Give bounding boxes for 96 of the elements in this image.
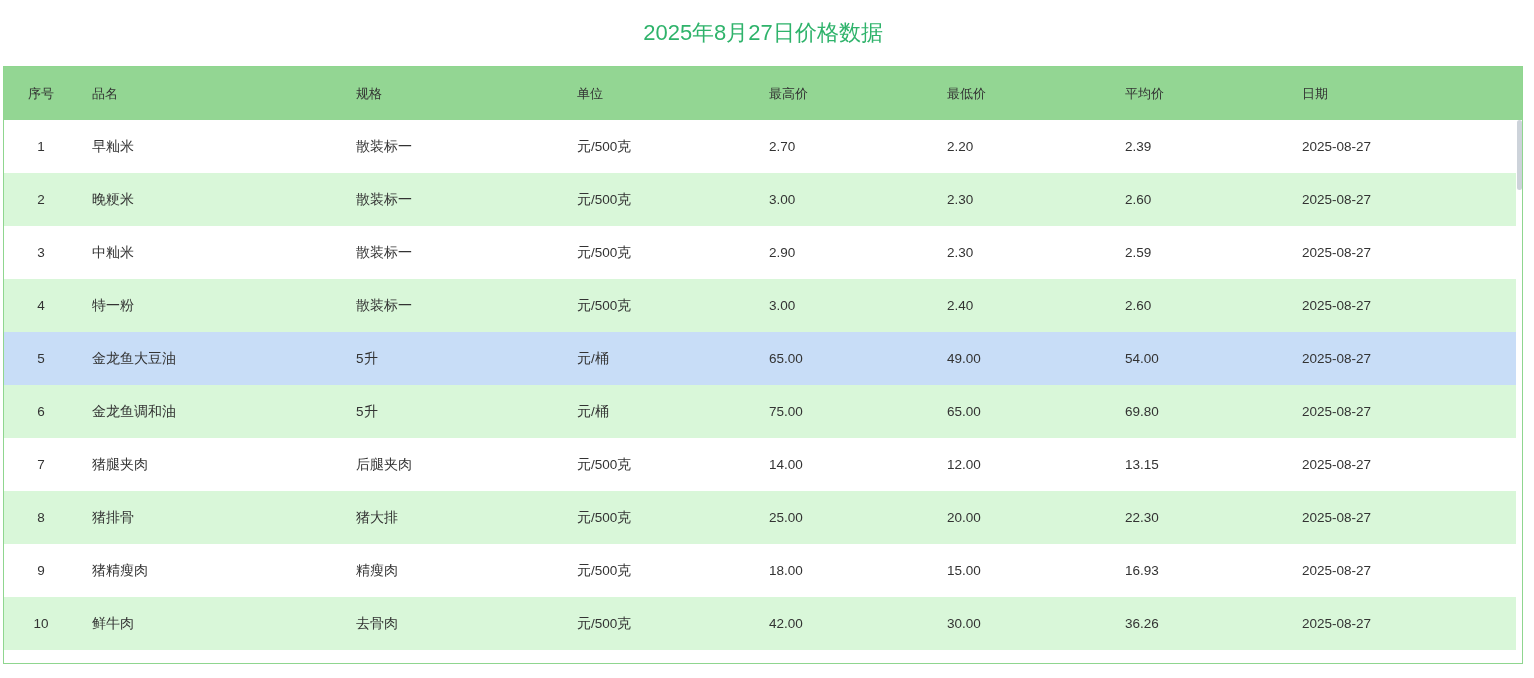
table-row[interactable]: 6 金龙鱼调和油 5升 元/桶 75.00 65.00 69.80 2025-08-27	[4, 385, 1516, 438]
table-cell-text: 2.90	[768, 245, 797, 260]
table-cell-text: 元/500克	[576, 508, 633, 527]
table-cell-text: 65.00	[946, 404, 982, 419]
table-cell-text: 元/500克	[576, 561, 633, 580]
table-cell-text: 2025-08-27	[1301, 457, 1373, 472]
table-cell-text: 2.60	[1124, 192, 1153, 207]
table-cell-text: 2.70	[768, 139, 797, 154]
table-cell-text: 散装标一	[355, 190, 413, 209]
table-cell-text: 5	[36, 351, 46, 366]
table-cell-text: 18.00	[768, 563, 804, 578]
table-cell-text: 元/500克	[576, 296, 633, 315]
table-cell-text: 特一粉	[91, 296, 135, 315]
table-cell-text: 30.00	[946, 616, 982, 631]
table-cell-text: 20.00	[946, 510, 982, 525]
table-cell-text: 10	[32, 616, 50, 631]
table-cell-text: 16.93	[1124, 563, 1160, 578]
table-cell-text: 2.39	[1124, 139, 1153, 154]
table-cell-text: 元/桶	[576, 349, 610, 368]
table-cell-text: 后腿夹肉	[355, 455, 413, 474]
table-cell-text: 3.00	[768, 192, 797, 207]
table-cell-text: 1	[36, 139, 46, 154]
table-cell-text: 3.00	[768, 298, 797, 313]
table-cell-text: 精瘦肉	[355, 561, 399, 580]
page-title: 2025年8月27日价格数据	[643, 19, 883, 47]
table-cell-text: 元/500克	[576, 614, 633, 633]
table-cell-text: 25.00	[768, 510, 804, 525]
table-cell-text: 2.60	[1124, 298, 1153, 313]
table-cell-text: 金龙鱼调和油	[91, 402, 177, 421]
table-cell-text: 6	[36, 404, 46, 419]
table-cell-text: 元/500克	[576, 190, 633, 209]
column-header: 最低价	[946, 84, 987, 103]
table-cell-text: 散装标一	[355, 137, 413, 156]
table-cell-text: 散装标一	[355, 296, 413, 315]
table-row[interactable]: 4 特一粉 散装标一 元/500克 3.00 2.40 2.60 2025-08-27	[4, 279, 1516, 332]
column-header: 最高价	[768, 84, 809, 103]
table-cell-text: 9	[36, 563, 46, 578]
table-cell-text: 15.00	[946, 563, 982, 578]
table-cell-text: 2025-08-27	[1301, 139, 1373, 154]
table-cell-text: 元/500克	[576, 455, 633, 474]
column-header: 序号	[27, 84, 55, 103]
table-cell-text: 22.30	[1124, 510, 1160, 525]
table-row[interactable]: 8 猪排骨 猪大排 元/500克 25.00 20.00 22.30 2025-08-27	[4, 491, 1516, 544]
table-cell-text: 4	[36, 298, 46, 313]
column-header: 平均价	[1124, 84, 1165, 103]
table-cell-text: 2.59	[1124, 245, 1153, 260]
table-cell-text: 36.26	[1124, 616, 1160, 631]
table-cell-text: 2.30	[946, 192, 975, 207]
table-cell-text: 2025-08-27	[1301, 563, 1373, 578]
table-cell-text: 3	[36, 245, 46, 260]
table-cell-text: 2025-08-27	[1301, 245, 1373, 260]
column-header: 日期	[1301, 84, 1329, 103]
table-row[interactable]: 2 晚粳米 散装标一 元/500克 3.00 2.30 2.60 2025-08-27	[4, 173, 1516, 226]
table-cell-text: 2.40	[946, 298, 975, 313]
table-cell-text: 去骨肉	[355, 614, 399, 633]
table-cell-text: 元/500克	[576, 137, 633, 156]
table-cell-text: 金龙鱼大豆油	[91, 349, 177, 368]
table-cell-text: 69.80	[1124, 404, 1160, 419]
scrollbar-thumb[interactable]	[1517, 120, 1522, 190]
table-cell-text: 49.00	[946, 351, 982, 366]
table-row[interactable]: 5 金龙鱼大豆油 5升 元/桶 65.00 49.00 54.00 2025-08-27	[4, 332, 1516, 385]
table-cell-text: 2	[36, 192, 46, 207]
column-header: 单位	[576, 84, 604, 103]
table-cell-text: 5升	[355, 402, 379, 421]
column-header: 品名	[91, 84, 119, 103]
table-cell-text: 2.20	[946, 139, 975, 154]
table-cell-text: 75.00	[768, 404, 804, 419]
table-cell-text: 猪大排	[355, 508, 399, 527]
table-cell-text: 8	[36, 510, 46, 525]
column-header: 规格	[355, 84, 383, 103]
table-cell-text: 54.00	[1124, 351, 1160, 366]
table-cell-text: 2025-08-27	[1301, 192, 1373, 207]
table-cell-text: 5升	[355, 349, 379, 368]
table-cell-text: 2025-08-27	[1301, 404, 1373, 419]
table-cell-text: 12.00	[946, 457, 982, 472]
table-cell-text: 2025-08-27	[1301, 510, 1373, 525]
table-cell-text: 元/500克	[576, 243, 633, 262]
table-cell-text: 2025-08-27	[1301, 351, 1373, 366]
table-cell-text: 猪精瘦肉	[91, 561, 149, 580]
table-cell-text: 2.30	[946, 245, 975, 260]
table-cell-text: 7	[36, 457, 46, 472]
table-cell-text: 晚粳米	[91, 190, 135, 209]
table-cell-text: 猪腿夹肉	[91, 455, 149, 474]
table-cell-text: 元/桶	[576, 402, 610, 421]
table-cell-text: 14.00	[768, 457, 804, 472]
table-cell-text: 早籼米	[91, 137, 135, 156]
table-cell-text: 2025-08-27	[1301, 616, 1373, 631]
table-row[interactable]: 10 鲜牛肉 去骨肉 元/500克 42.00 30.00 36.26 2025-08-27	[4, 597, 1516, 650]
table-cell-text: 42.00	[768, 616, 804, 631]
table-cell-text: 猪排骨	[91, 508, 135, 527]
table-cell-text: 65.00	[768, 351, 804, 366]
table-cell-text: 13.15	[1124, 457, 1160, 472]
table-cell-text: 2025-08-27	[1301, 298, 1373, 313]
table-cell-text: 中籼米	[91, 243, 135, 262]
table-cell-text: 散装标一	[355, 243, 413, 262]
table-cell-text: 鲜牛肉	[91, 614, 135, 633]
